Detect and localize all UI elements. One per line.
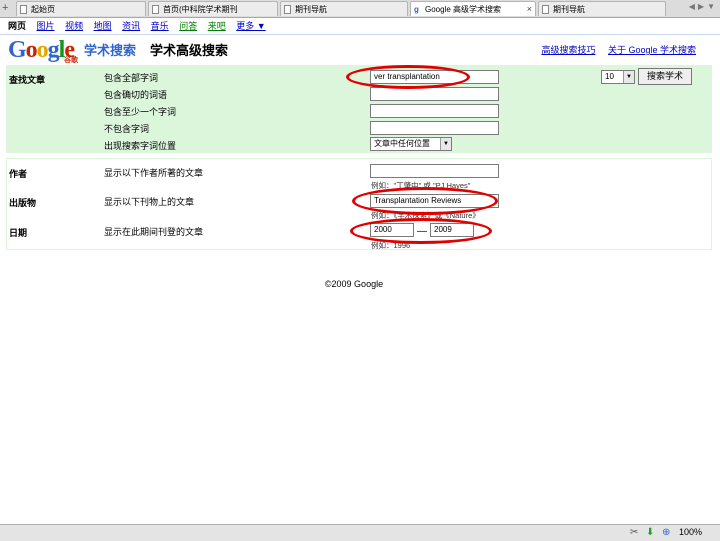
tab-google-scholar-advanced[interactable]: g Google 高级学术搜索 ×	[410, 1, 536, 16]
all-words-label: 包含全部字词	[104, 73, 159, 83]
nav-web[interactable]: 网页	[8, 18, 26, 34]
tab-journal-nav-1[interactable]: 期刊导航	[280, 1, 408, 16]
tab-label: 期刊导航	[553, 5, 585, 14]
about-scholar-link[interactable]: 关于 Google 学术搜索	[608, 45, 696, 55]
results-count-value: 10	[605, 72, 614, 81]
page-icon	[20, 5, 27, 14]
zoom-level[interactable]: 100%	[679, 527, 702, 537]
without-words-input[interactable]	[370, 121, 499, 135]
dropdown-arrow-icon: ▼	[440, 138, 451, 150]
tab-label: Google 高级学术搜索	[425, 5, 502, 14]
without-words-label: 不包含字词	[104, 124, 150, 134]
find-articles-heading: 查找文章	[9, 75, 46, 85]
tab-scroll-arrows-icon[interactable]: ◀▶▼	[689, 2, 718, 11]
status-bar: ✂ ⬇ ⊕ 100%	[0, 524, 720, 541]
google-favicon-icon: g	[414, 5, 419, 14]
publication-heading: 出版物	[9, 198, 37, 208]
download-icon[interactable]: ⬇	[646, 527, 654, 539]
page-icon	[542, 5, 549, 14]
new-tab-icon[interactable]: +	[2, 2, 8, 14]
page-icon	[152, 5, 159, 14]
product-name: 学术搜索	[84, 43, 137, 58]
scissors-icon[interactable]: ✂	[630, 527, 638, 539]
page-header: Google 谷歌 学术搜索 学术高级搜索 高级搜索技巧 关于 Google 学…	[0, 36, 720, 64]
tab-journal-nav-2[interactable]: 期刊导航	[538, 1, 666, 16]
close-tab-icon[interactable]: ×	[527, 2, 532, 16]
logo-subtitle: 谷歌	[64, 57, 78, 64]
page-title: 学术高级搜索	[150, 43, 229, 58]
word-location-select[interactable]: 文章中任何位置 ▼	[370, 137, 452, 151]
exact-phrase-input[interactable]	[370, 87, 499, 101]
zoom-icon[interactable]: ⊕	[662, 527, 670, 539]
word-location-value: 文章中任何位置	[374, 139, 430, 148]
date-label: 显示在此期间刊登的文章	[104, 227, 204, 237]
tab-cas-journals[interactable]: 首页(中科院学术期刊	[148, 1, 278, 16]
google-nav-bar: 网页 图片 视频 地图 资讯 音乐 问答 来吧 更多 ▼	[0, 18, 720, 35]
search-scholar-button[interactable]: 搜索学术	[638, 68, 692, 85]
nav-news[interactable]: 资讯	[122, 18, 140, 34]
author-input[interactable]	[370, 164, 499, 178]
header-links: 高级搜索技巧 关于 Google 学术搜索	[531, 43, 696, 56]
date-heading: 日期	[9, 228, 28, 238]
any-words-input[interactable]	[370, 104, 499, 118]
nav-laiba[interactable]: 来吧	[208, 18, 226, 34]
tab-label: 起始页	[31, 5, 55, 14]
nav-more[interactable]: 更多 ▼	[236, 18, 265, 34]
tab-label: 期刊导航	[295, 5, 327, 14]
any-words-label: 包含至少一个字词	[104, 107, 177, 117]
browser-tab-bar: + 起始页 首页(中科院学术期刊 期刊导航 g Google 高级学术搜索 × …	[0, 0, 720, 18]
author-label: 显示以下作者所著的文章	[104, 168, 204, 178]
nav-images[interactable]: 图片	[37, 18, 55, 34]
nav-answers[interactable]: 问答	[179, 18, 197, 34]
copyright-text: ©2009 Google	[324, 279, 384, 289]
highlight-ring-date	[350, 218, 492, 244]
nav-maps[interactable]: 地图	[94, 18, 112, 34]
tab-start-page[interactable]: 起始页	[16, 1, 146, 16]
results-count-select[interactable]: 10 ▼	[601, 70, 635, 84]
advanced-tips-link[interactable]: 高级搜索技巧	[541, 45, 595, 55]
highlight-ring-keywords	[346, 65, 470, 89]
nav-music[interactable]: 音乐	[151, 18, 169, 34]
highlight-ring-publication	[352, 187, 498, 215]
page-icon	[284, 5, 291, 14]
nav-video[interactable]: 视频	[65, 18, 83, 34]
word-location-label: 出现搜索字词位置	[104, 141, 177, 151]
author-heading: 作者	[9, 169, 28, 179]
publication-label: 显示以下刊物上的文章	[104, 197, 195, 207]
tab-label: 首页(中科院学术期刊	[163, 5, 238, 14]
dropdown-arrow-icon: ▼	[623, 71, 634, 83]
exact-phrase-label: 包含确切的词语	[104, 90, 168, 100]
